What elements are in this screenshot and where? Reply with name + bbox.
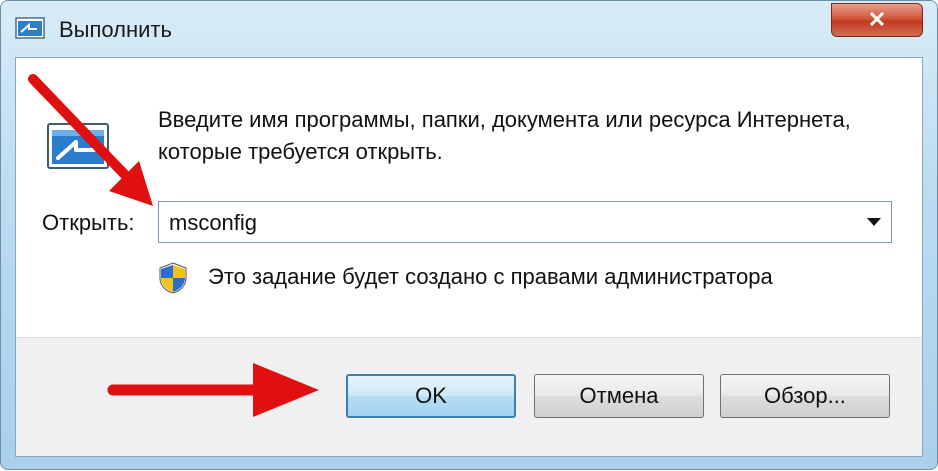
window-title: Выполнить xyxy=(59,17,172,42)
close-button[interactable]: ✕ xyxy=(831,3,923,37)
run-icon xyxy=(47,123,109,169)
ok-button[interactable]: OK xyxy=(346,374,516,418)
run-dialog-window: Выполнить ✕ Введите имя программы, папки… xyxy=(0,0,938,470)
cancel-button[interactable]: Отмена xyxy=(534,374,704,418)
open-combobox-value[interactable]: msconfig xyxy=(169,210,257,236)
run-icon xyxy=(15,17,45,39)
dialog-body: Введите имя программы, папки, документа … xyxy=(15,57,923,457)
description-text: Введите имя программы, папки, документа … xyxy=(158,107,851,164)
open-field-label: Открыть: xyxy=(42,210,135,235)
close-icon: ✕ xyxy=(867,7,887,32)
browse-button[interactable]: Обзор... xyxy=(720,374,890,418)
chevron-down-icon[interactable] xyxy=(867,218,881,226)
open-combobox[interactable]: msconfig xyxy=(158,201,892,243)
admin-note: Это задание будет создано с правами адми… xyxy=(208,264,773,289)
uac-shield-icon xyxy=(159,262,187,294)
title-bar[interactable]: Выполнить ✕ xyxy=(1,1,937,53)
